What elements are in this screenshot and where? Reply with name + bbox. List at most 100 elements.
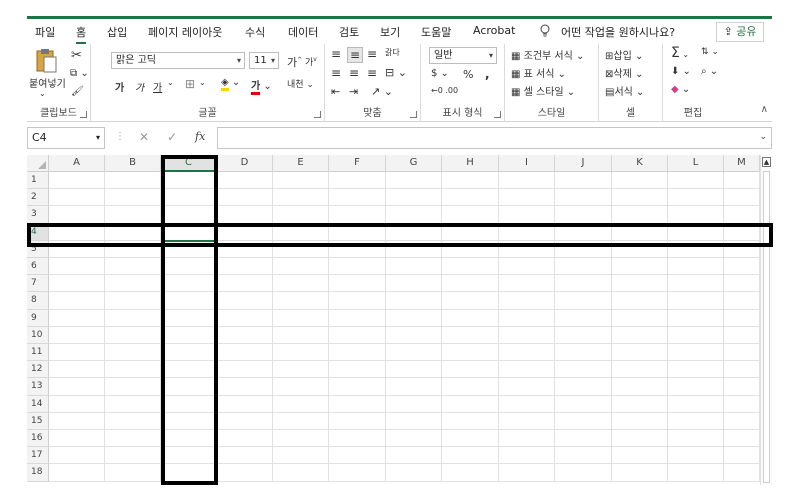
- cell-g5[interactable]: [386, 240, 442, 258]
- tab-file[interactable]: 파일: [35, 24, 55, 40]
- align-middle-icon[interactable]: ≡: [347, 47, 364, 63]
- cell-f13[interactable]: [329, 378, 386, 396]
- column-header-k[interactable]: K: [612, 155, 668, 172]
- cell-b12[interactable]: [105, 361, 161, 379]
- cell-a16[interactable]: [49, 430, 105, 448]
- cell-d18[interactable]: [217, 464, 273, 482]
- delete-cells-button[interactable]: ⊠삭제 ⌄: [605, 65, 643, 80]
- cell-c14[interactable]: [161, 395, 217, 413]
- cell-f14[interactable]: [329, 395, 386, 413]
- tab-data[interactable]: 데이터: [288, 24, 318, 40]
- cell-m4[interactable]: [724, 223, 760, 241]
- vertical-scrollbar[interactable]: ▲: [760, 155, 772, 485]
- cell-i7[interactable]: [499, 275, 555, 293]
- cell-e7[interactable]: [273, 275, 329, 293]
- cell-d12[interactable]: [217, 361, 273, 379]
- align-left-icon[interactable]: ≡: [331, 66, 341, 80]
- paste-button[interactable]: 붙여넣기: [29, 75, 66, 90]
- cell-g1[interactable]: [386, 172, 442, 190]
- column-header-l[interactable]: L: [668, 155, 724, 172]
- cell-a2[interactable]: [49, 189, 105, 207]
- row-header-2[interactable]: 2: [27, 189, 49, 207]
- alignment-launcher-icon[interactable]: [410, 111, 417, 118]
- bold-button[interactable]: 가: [115, 79, 124, 94]
- cell-i8[interactable]: [499, 292, 555, 310]
- cell-e9[interactable]: [273, 309, 329, 327]
- cell-e3[interactable]: [273, 206, 329, 224]
- cell-c9[interactable]: [161, 309, 217, 327]
- cell-e2[interactable]: [273, 189, 329, 207]
- cell-i18[interactable]: [499, 464, 555, 482]
- cell-d15[interactable]: [217, 412, 273, 430]
- increase-decimal-icon[interactable]: ←0 .00: [431, 86, 458, 95]
- cell-h16[interactable]: [442, 430, 499, 448]
- cell-f10[interactable]: [329, 326, 386, 344]
- cell-i6[interactable]: [499, 258, 555, 276]
- cell-d17[interactable]: [217, 447, 273, 465]
- cell-i9[interactable]: [499, 309, 555, 327]
- cell-i10[interactable]: [499, 326, 555, 344]
- cell-f7[interactable]: [329, 275, 386, 293]
- grow-font-icon[interactable]: 가^: [287, 54, 302, 70]
- cell-b11[interactable]: [105, 344, 161, 362]
- cell-c18[interactable]: [161, 464, 217, 482]
- cell-h4[interactable]: [442, 223, 499, 241]
- cell-d5[interactable]: [217, 240, 273, 258]
- cell-a11[interactable]: [49, 344, 105, 362]
- cell-k4[interactable]: [612, 223, 668, 241]
- cell-e16[interactable]: [273, 430, 329, 448]
- shrink-font-icon[interactable]: 가v: [305, 55, 317, 68]
- cell-a3[interactable]: [49, 206, 105, 224]
- cell-g16[interactable]: [386, 430, 442, 448]
- cell-h9[interactable]: [442, 309, 499, 327]
- cell-m3[interactable]: [724, 206, 760, 224]
- cell-l14[interactable]: [668, 395, 724, 413]
- align-bottom-icon[interactable]: ≡: [367, 47, 377, 61]
- cell-j16[interactable]: [555, 430, 612, 448]
- cell-j7[interactable]: [555, 275, 612, 293]
- cell-l16[interactable]: [668, 430, 724, 448]
- row-header-15[interactable]: 15: [27, 412, 49, 430]
- cell-d9[interactable]: [217, 309, 273, 327]
- format-painter-icon[interactable]: 🖌: [71, 86, 84, 97]
- tab-home[interactable]: 홈: [76, 24, 87, 44]
- clear-icon[interactable]: ◆ ⌄: [671, 84, 690, 95]
- cell-c8[interactable]: [161, 292, 217, 310]
- cell-g4[interactable]: [386, 223, 442, 241]
- cell-c16[interactable]: [161, 430, 217, 448]
- formula-input[interactable]: ⌄: [217, 127, 772, 149]
- phonetic-icon[interactable]: 내천 ⌄: [287, 77, 314, 90]
- cell-g7[interactable]: [386, 275, 442, 293]
- cell-k6[interactable]: [612, 258, 668, 276]
- cell-l4[interactable]: [668, 223, 724, 241]
- cell-k12[interactable]: [612, 361, 668, 379]
- cell-h12[interactable]: [442, 361, 499, 379]
- cell-i15[interactable]: [499, 412, 555, 430]
- cell-k5[interactable]: [612, 240, 668, 258]
- cell-g18[interactable]: [386, 464, 442, 482]
- cell-h17[interactable]: [442, 447, 499, 465]
- cell-d8[interactable]: [217, 292, 273, 310]
- tab-view[interactable]: 보기: [380, 24, 400, 40]
- row-header-18[interactable]: 18: [27, 464, 49, 482]
- tab-review[interactable]: 검토: [339, 24, 359, 40]
- cell-g14[interactable]: [386, 395, 442, 413]
- cell-h13[interactable]: [442, 378, 499, 396]
- row-header-4[interactable]: 4: [27, 223, 49, 241]
- cell-d10[interactable]: [217, 326, 273, 344]
- cell-k2[interactable]: [612, 189, 668, 207]
- font-launcher-icon[interactable]: [314, 111, 321, 118]
- cell-d4[interactable]: [217, 223, 273, 241]
- paste-dropdown-icon[interactable]: ⌄: [39, 89, 46, 98]
- cell-f9[interactable]: [329, 309, 386, 327]
- enter-icon[interactable]: ✓: [167, 130, 177, 144]
- cell-d6[interactable]: [217, 258, 273, 276]
- cell-f2[interactable]: [329, 189, 386, 207]
- cell-d13[interactable]: [217, 378, 273, 396]
- cell-d7[interactable]: [217, 275, 273, 293]
- column-header-c[interactable]: C: [161, 155, 217, 172]
- cell-h2[interactable]: [442, 189, 499, 207]
- cell-j11[interactable]: [555, 344, 612, 362]
- cell-l11[interactable]: [668, 344, 724, 362]
- percent-button[interactable]: %: [463, 68, 473, 81]
